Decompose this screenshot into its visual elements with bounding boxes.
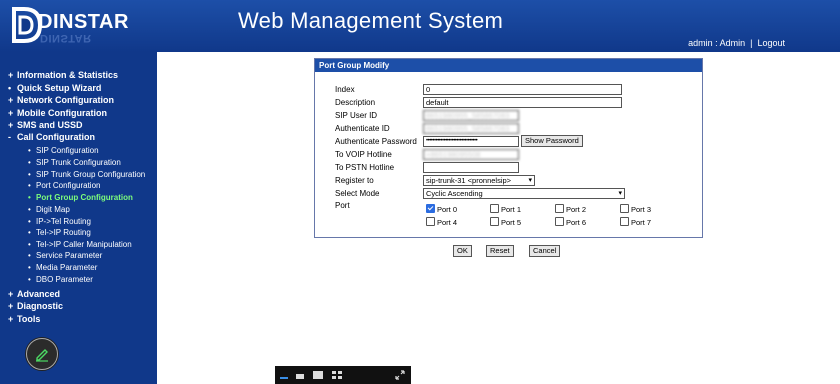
sidebar-item-mobile-configuration[interactable]: + Mobile Configuration bbox=[8, 108, 107, 118]
index-label: Index bbox=[335, 85, 355, 94]
sip-user-id-label: SIP User ID bbox=[335, 111, 378, 120]
checkbox-icon bbox=[490, 204, 499, 213]
page-title: Web Management System bbox=[238, 8, 504, 33]
sidebar-subitem-port-group-configuration[interactable]: • Port Group Configuration bbox=[28, 193, 133, 202]
minimize-icon[interactable] bbox=[279, 370, 289, 380]
port-1-checkbox[interactable]: Port 1 bbox=[490, 204, 521, 214]
checkbox-icon bbox=[620, 217, 629, 226]
select-mode-value: Cyclic Ascending bbox=[426, 189, 483, 198]
to-voip-hotline-field[interactable]: +865198095508 bbox=[423, 149, 519, 160]
authenticate-id-label: Authenticate ID bbox=[335, 124, 390, 133]
sidebar-item-diagnostic[interactable]: + Diagnostic bbox=[8, 301, 63, 311]
fullscreen-icon[interactable] bbox=[395, 370, 405, 380]
sidebar-item-call-configuration[interactable]: - Call Configuration bbox=[8, 132, 95, 142]
screen-icon[interactable] bbox=[313, 370, 323, 380]
sidebar-subitem-service-parameter[interactable]: • Service Parameter bbox=[28, 251, 102, 260]
port-0-checkbox[interactable]: Port 0 bbox=[426, 204, 457, 214]
grid-icon[interactable] bbox=[332, 370, 342, 380]
sidebar-subitem-tel-ip-routing[interactable]: • Tel->IP Routing bbox=[28, 228, 91, 237]
sidebar-subitem-tel-ip-caller-manipulation[interactable]: • Tel->IP Caller Manipulation bbox=[28, 240, 132, 249]
sidebar-item-advanced[interactable]: + Advanced bbox=[8, 289, 60, 299]
chevron-down-icon: ▾ bbox=[528, 177, 532, 184]
port-3-checkbox[interactable]: Port 3 bbox=[620, 204, 651, 214]
sidebar-subitem-digit-map[interactable]: • Digit Map bbox=[28, 205, 70, 214]
ok-button[interactable]: OK bbox=[453, 245, 472, 257]
checkbox-icon bbox=[555, 204, 564, 213]
description-field[interactable]: default bbox=[423, 97, 622, 108]
sidebar-subitem-sip-trunk-group-configuration[interactable]: • SIP Trunk Group Configuration bbox=[28, 170, 145, 179]
sidebar-subitem-port-configuration[interactable]: • Port Configuration bbox=[28, 181, 100, 190]
chevron-down-icon: ▾ bbox=[618, 190, 622, 197]
authenticate-password-field[interactable]: •••••••••••••••••••••••••••••••• bbox=[423, 136, 519, 147]
authenticate-id-field[interactable]: 8651980955_585867083 bbox=[423, 123, 519, 134]
checkbox-icon bbox=[620, 204, 629, 213]
register-to-value: sip-trunk-31 <pronnelsip> bbox=[426, 176, 512, 185]
logo-reflection: DINSTAR bbox=[40, 32, 92, 44]
port-4-checkbox[interactable]: Port 4 bbox=[426, 217, 457, 227]
header-bar: DINSTAR DINSTAR Web Management System ad… bbox=[0, 0, 840, 52]
user-label: admin : Admin bbox=[688, 38, 746, 48]
sidebar-subitem-ip-tel-routing[interactable]: • IP->Tel Routing bbox=[28, 217, 91, 226]
port-2-checkbox[interactable]: Port 2 bbox=[555, 204, 586, 214]
to-voip-hotline-label: To VOIP Hotline bbox=[335, 150, 392, 159]
sidebar-item-information-statistics[interactable]: + Information & Statistics bbox=[8, 70, 118, 80]
select-mode-select[interactable]: Cyclic Ascending ▾ bbox=[423, 188, 625, 199]
pencil-icon bbox=[36, 349, 48, 362]
port-group-modify-panel: Port Group Modify Index 0 Description de… bbox=[314, 58, 703, 238]
panel-title: Port Group Modify bbox=[315, 59, 702, 72]
checkbox-checked-icon bbox=[426, 204, 435, 213]
sidebar-subitem-dbo-parameter[interactable]: • DBO Parameter bbox=[28, 275, 93, 284]
show-password-button[interactable]: Show Password bbox=[521, 135, 583, 147]
window-icon[interactable] bbox=[295, 370, 305, 380]
sip-user-id-field[interactable]: 8651980955_585867083 bbox=[423, 110, 519, 121]
checkbox-icon bbox=[490, 217, 499, 226]
register-to-label: Register to bbox=[335, 176, 374, 185]
sidebar-subitem-sip-configuration[interactable]: • SIP Configuration bbox=[28, 146, 99, 155]
sidebar-subitem-sip-trunk-configuration[interactable]: • SIP Trunk Configuration bbox=[28, 158, 121, 167]
checkbox-icon bbox=[555, 217, 564, 226]
cancel-button[interactable]: Cancel bbox=[529, 245, 561, 257]
checkbox-icon bbox=[426, 217, 435, 226]
index-field[interactable]: 0 bbox=[423, 84, 622, 95]
sidebar-item-tools[interactable]: + Tools bbox=[8, 314, 40, 324]
screen-toolbar bbox=[275, 366, 411, 384]
user-bar: admin : Admin | Logout bbox=[688, 38, 785, 48]
sidebar-item-quick-setup-wizard[interactable]: • Quick Setup Wizard bbox=[8, 83, 101, 93]
register-to-select[interactable]: sip-trunk-31 <pronnelsip> ▾ bbox=[423, 175, 535, 186]
authenticate-password-label: Authenticate Password bbox=[335, 137, 417, 146]
port-label: Port bbox=[335, 201, 350, 210]
select-mode-label: Select Mode bbox=[335, 189, 380, 198]
dinstar-logo: DINSTAR DINSTAR bbox=[10, 5, 160, 49]
sidebar-item-network-configuration[interactable]: + Network Configuration bbox=[8, 95, 114, 105]
port-7-checkbox[interactable]: Port 7 bbox=[620, 217, 651, 227]
edit-button[interactable] bbox=[26, 338, 58, 370]
port-6-checkbox[interactable]: Port 6 bbox=[555, 217, 586, 227]
description-label: Description bbox=[335, 98, 376, 107]
port-5-checkbox[interactable]: Port 5 bbox=[490, 217, 521, 227]
user-separator: | bbox=[750, 38, 753, 48]
logo-text: DINSTAR bbox=[38, 11, 129, 33]
sidebar-subitem-media-parameter[interactable]: • Media Parameter bbox=[28, 263, 97, 272]
logout-link[interactable]: Logout bbox=[757, 38, 785, 48]
to-pstn-hotline-field[interactable] bbox=[423, 162, 519, 173]
sidebar-item-sms-ussd[interactable]: + SMS and USSD bbox=[8, 120, 83, 130]
to-pstn-hotline-label: To PSTN Hotline bbox=[335, 163, 395, 172]
reset-button[interactable]: Reset bbox=[486, 245, 514, 257]
